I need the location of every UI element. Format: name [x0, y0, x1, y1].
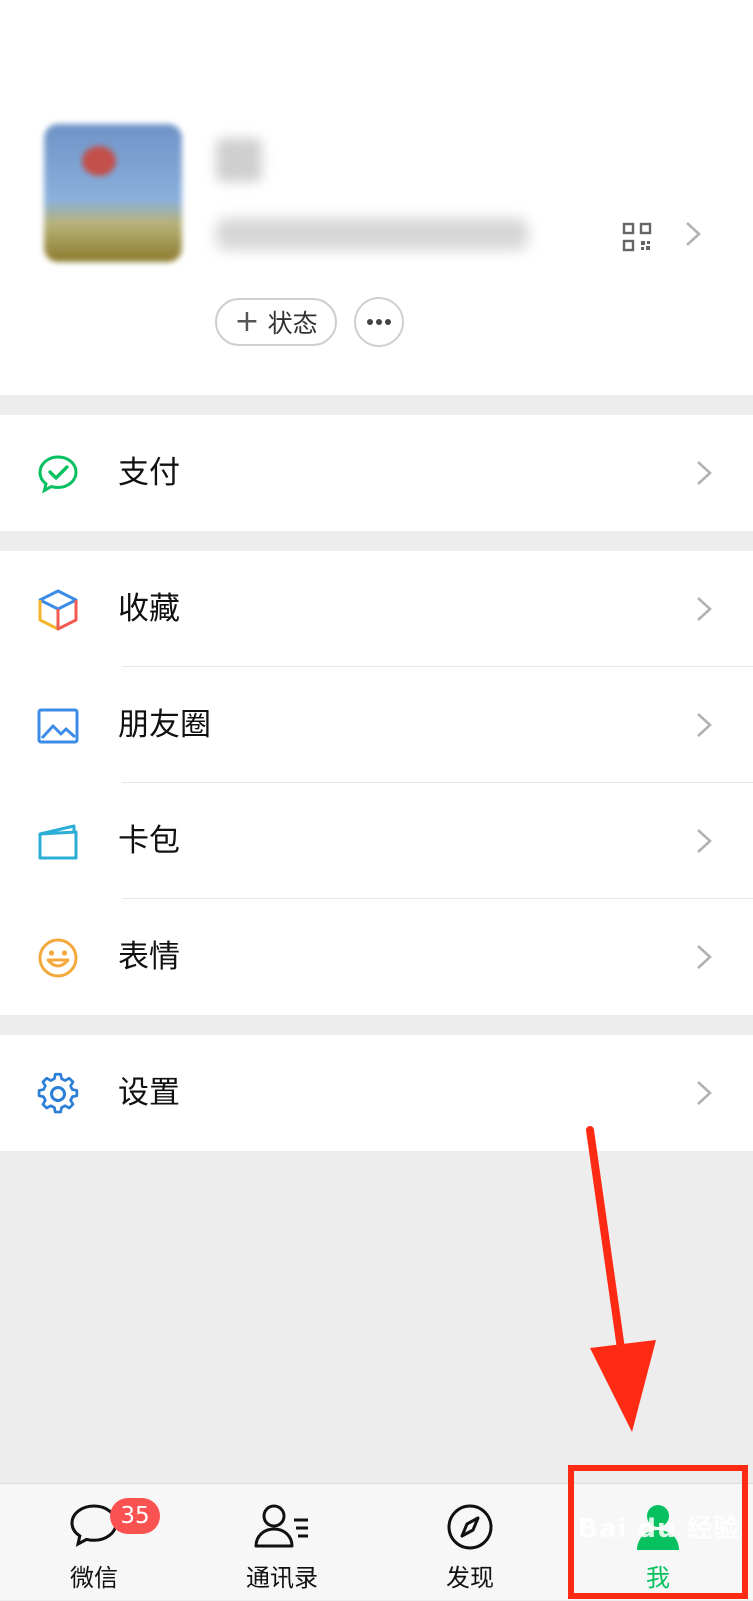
menu-item-card-wallet[interactable]: 卡包 [0, 783, 753, 899]
menu-item-favorites[interactable]: 收藏 [0, 551, 753, 667]
nickname-blurred [216, 138, 262, 182]
chevron-right-icon[interactable] [684, 220, 702, 248]
menu-item-label: 设置 [118, 1075, 180, 1111]
menu-item-label: 朋友圈 [118, 707, 211, 743]
unread-badge: 35 [110, 1498, 160, 1534]
menu-item-stickers[interactable]: 表情 [0, 899, 753, 1015]
card-wallet-icon [38, 824, 78, 860]
compass-icon [447, 1504, 493, 1550]
qr-code-icon[interactable] [622, 222, 652, 252]
annotation-highlight-box [568, 1465, 748, 1599]
menu-group-main: 收藏 朋友圈 卡包 表情 [0, 551, 753, 1015]
more-dots-icon [367, 319, 391, 325]
menu-item-label: 支付 [118, 455, 180, 491]
tab-chats[interactable]: 35 微信 [0, 1484, 188, 1601]
profile-header[interactable]: + 状态 [0, 0, 753, 395]
menu-item-moments[interactable]: 朋友圈 [0, 667, 753, 783]
tab-discover[interactable]: 发现 [376, 1484, 564, 1601]
chevron-right-icon [697, 1081, 712, 1105]
tab-label: 通讯录 [246, 1564, 318, 1592]
tab-contacts[interactable]: 通讯录 [188, 1484, 376, 1601]
annotation-arrow [586, 1126, 656, 1432]
menu-item-label: 卡包 [118, 823, 180, 859]
gear-icon [37, 1072, 79, 1114]
menu-item-label: 表情 [118, 939, 180, 975]
contacts-icon [254, 1504, 308, 1548]
moments-image-icon [37, 708, 79, 744]
status-label: 状态 [267, 309, 318, 338]
tab-label: 微信 [70, 1564, 118, 1592]
wechat-id-blurred [216, 218, 528, 250]
more-button[interactable] [354, 297, 404, 347]
menu-item-label: 收藏 [118, 591, 180, 627]
smiley-icon [38, 938, 78, 978]
wechat-pay-icon [38, 455, 78, 494]
tab-label: 发现 [446, 1564, 494, 1592]
avatar[interactable] [44, 124, 182, 262]
chevron-right-icon [697, 829, 712, 853]
chevron-right-icon [697, 597, 712, 621]
favorites-cube-icon [38, 589, 78, 631]
chevron-right-icon [697, 713, 712, 737]
plus-icon: + [234, 303, 260, 339]
menu-group-pay: 支付 [0, 415, 753, 531]
chevron-right-icon [697, 945, 712, 969]
chevron-right-icon [697, 461, 712, 485]
menu-item-pay[interactable]: 支付 [0, 415, 753, 531]
add-status-button[interactable]: + 状态 [215, 298, 337, 346]
